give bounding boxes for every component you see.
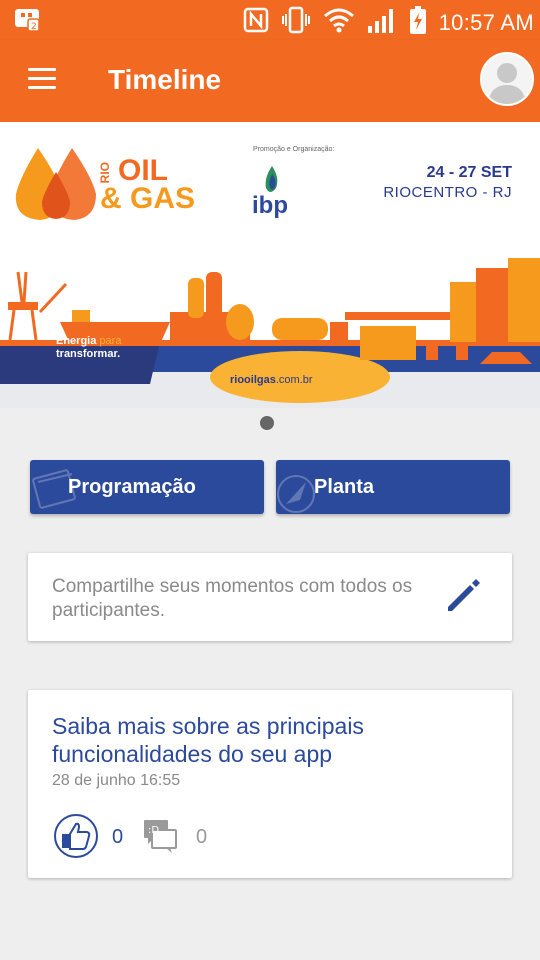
pencil-icon[interactable]: [444, 575, 484, 615]
event-date-range: 24 - 27 SET: [426, 164, 512, 181]
battery-charging-icon: [409, 5, 427, 40]
planta-button[interactable]: Planta: [276, 460, 510, 514]
site-name: riooilgas: [230, 374, 276, 386]
vibrate-icon: [281, 6, 311, 39]
ibp-logo: ibp: [252, 192, 288, 219]
planta-label: Planta: [314, 476, 375, 498]
status-bar: 2 10:57 AM: [0, 0, 540, 40]
logo-gas: & GAS: [100, 182, 196, 215]
tagline-word-3: transformar.: [56, 348, 121, 360]
app-bar: Timeline: [0, 40, 540, 122]
event-banner[interactable]: RIO OIL & GAS Promoção e Organização: ib…: [0, 122, 540, 408]
like-button[interactable]: [54, 814, 98, 858]
svg-text::D: :D: [148, 825, 159, 836]
menu-icon[interactable]: [28, 68, 56, 90]
event-venue: RIOCENTRO - RJ: [383, 184, 512, 201]
post-title[interactable]: Saiba mais sobre as principais funcional…: [52, 712, 492, 768]
signal-icon: [367, 6, 397, 39]
comment-button[interactable]: :D: [142, 818, 178, 854]
logo-rio: RIO: [98, 162, 112, 184]
wifi-icon: [323, 7, 355, 38]
post-card[interactable]: Saiba mais sobre as principais funcional…: [28, 690, 512, 878]
like-count: 0: [112, 826, 124, 848]
programacao-button[interactable]: Programação: [30, 460, 264, 514]
programacao-label: Programação: [68, 476, 196, 498]
avatar[interactable]: [480, 52, 534, 106]
post-date: 28 de junho 16:55: [52, 772, 181, 789]
notification-icon: 2: [14, 7, 42, 38]
thumbs-up-icon: [62, 822, 91, 850]
site-domain: .com.br: [275, 374, 313, 386]
tagline-word-1: Energia: [56, 335, 97, 347]
page-title: Timeline: [108, 64, 222, 95]
status-time: 10:57 AM: [438, 9, 534, 35]
promo-text: Promoção e Organização:: [253, 146, 335, 153]
comment-icon: :D: [144, 820, 177, 853]
nfc-icon: [243, 7, 269, 38]
comment-count: 0: [196, 826, 208, 848]
banner-site: riooilgas.com.br: [230, 374, 313, 386]
carousel-indicator[interactable]: [260, 416, 274, 430]
svg-text:2: 2: [31, 22, 37, 32]
banner-tagline: Energia para transformar.: [56, 335, 121, 361]
tagline-word-2: para: [99, 335, 122, 347]
event-dates: 24 - 27 SET RIOCENTRO - RJ: [383, 164, 512, 201]
share-card[interactable]: Compartilhe seus momentos com todos os p…: [28, 553, 512, 641]
share-prompt: Compartilhe seus momentos com todos os p…: [52, 576, 413, 621]
